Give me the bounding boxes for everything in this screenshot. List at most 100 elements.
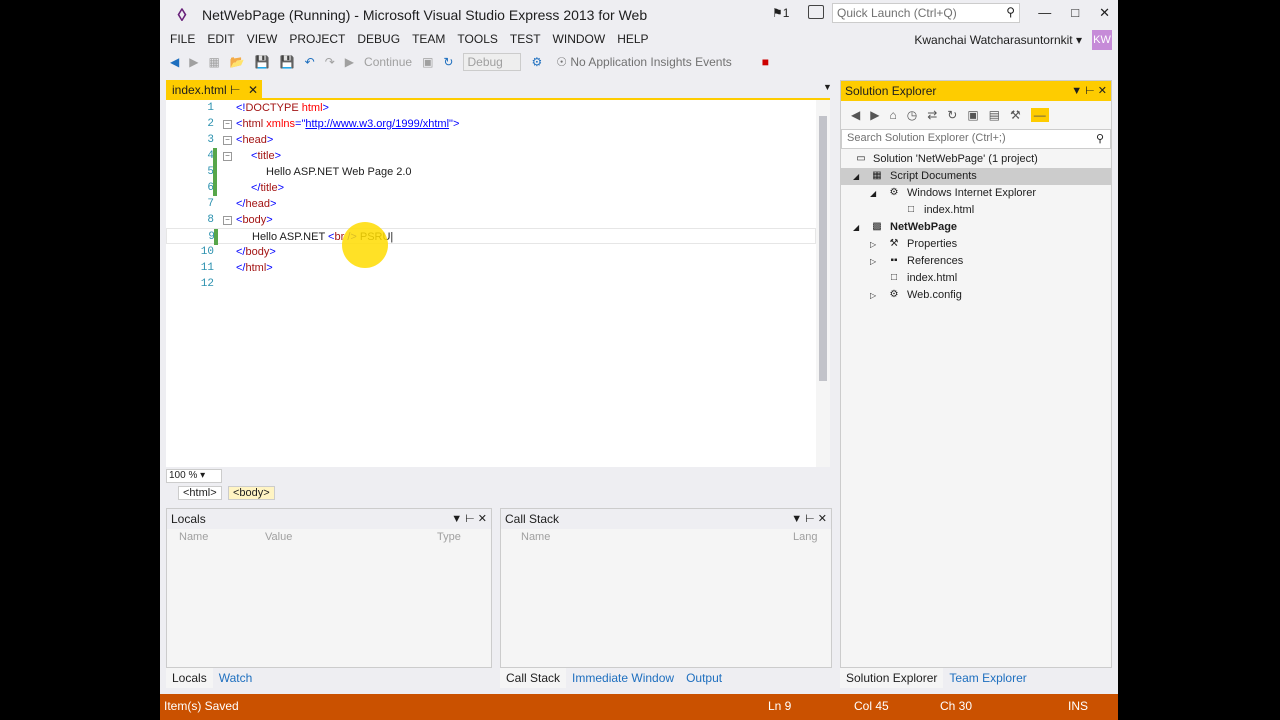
locals-title: Locals [171, 512, 206, 526]
panel-controls[interactable]: ▼ ⊢ ✕ [791, 512, 827, 525]
tab-output[interactable]: Output [680, 668, 729, 688]
code-line: 6 </title> [207, 180, 285, 196]
tab-watch[interactable]: Watch [212, 668, 259, 688]
properties-icon[interactable]: ⚒ [1010, 108, 1021, 122]
solution-search-input[interactable]: Search Solution Explorer (Ctrl+;) ⚲ [841, 129, 1111, 149]
solution-explorer-title: Solution Explorer [845, 84, 937, 98]
menu-team[interactable]: TEAM [412, 32, 445, 46]
tab-dropdown-icon[interactable]: ▼ [823, 82, 832, 92]
browser-link-icon[interactable]: ⚙ [531, 55, 542, 69]
forward-icon[interactable]: ▶ [189, 55, 198, 69]
minimize-button[interactable]: — [1038, 5, 1051, 21]
tab-team-explorer[interactable]: Team Explorer [943, 668, 1033, 688]
refresh-icon[interactable]: ↻ [443, 55, 453, 69]
column-value[interactable]: Value [265, 531, 292, 547]
continue-button[interactable]: Continue [364, 55, 412, 69]
callstack-panel: Call Stack ▼ ⊢ ✕ Name Lang [500, 508, 832, 668]
column-type[interactable]: Type [437, 531, 461, 547]
code-line: 10 </body> [200, 246, 276, 258]
status-line: Ln 9 [768, 699, 792, 713]
tree-item-project[interactable]: ◢ ▩ NetWebPage [841, 219, 1111, 236]
config-select[interactable]: Debug [463, 53, 522, 71]
menu-help[interactable]: HELP [617, 32, 648, 46]
back-icon[interactable]: ◀ [170, 55, 179, 69]
sync-icon[interactable]: ⇄ [927, 108, 937, 122]
code-line: 2 − <html xmlns="http://www.w3.org/1999/… [207, 118, 460, 130]
tab-immediate-window[interactable]: Immediate Window [566, 668, 681, 688]
pending-changes-icon[interactable]: ◷ [907, 108, 917, 122]
menu-tools[interactable]: TOOLS [457, 32, 497, 46]
forward-icon[interactable]: ▶ [870, 108, 879, 122]
tab-index-html[interactable]: index.html ⊢ ✕ [166, 80, 262, 100]
pin-icon[interactable]: ⊢ [230, 83, 240, 97]
tree-item-web-config[interactable]: ▷ ⚙ Web.config [841, 287, 1111, 304]
tree-item-solution[interactable]: ▭ Solution 'NetWebPage' (1 project) [841, 151, 1111, 168]
zoom-select[interactable]: 100 % ▾ [166, 469, 222, 483]
code-editor[interactable]: 1 <!DOCTYPE html> 2 − <html xmlns="http:… [166, 100, 816, 467]
mouse-highlight [342, 222, 388, 268]
window-controls: — □ ✕ [1038, 5, 1110, 21]
avatar[interactable]: KW [1092, 30, 1112, 50]
tree-item-index-html-script[interactable]: □ index.html [841, 202, 1111, 219]
back-icon[interactable]: ◀ [851, 108, 860, 122]
panel-controls[interactable]: ▼ ⊢ ✕ [1071, 84, 1107, 97]
editor-tab-strip: index.html ⊢ ✕ [166, 80, 830, 100]
tree-item-windows-internet-explorer[interactable]: ◢ ⚙ Windows Internet Explorer [841, 185, 1111, 202]
breadcrumb-body[interactable]: <body> [228, 486, 275, 500]
save-icon[interactable]: 💾 [255, 55, 270, 69]
tree-item-script-documents[interactable]: ◢ ▦ Script Documents [841, 168, 1111, 185]
editor-vertical-scrollbar[interactable] [816, 100, 830, 467]
show-all-files-icon[interactable]: ▤ [989, 108, 1000, 122]
redo-icon[interactable]: ↷ [325, 55, 335, 69]
notification-flag-icon[interactable]: ⚑1 [772, 6, 789, 20]
stop-debugging-icon[interactable]: ■ [762, 55, 769, 69]
open-icon[interactable]: 📂 [230, 55, 245, 69]
refresh-icon[interactable]: ↻ [947, 108, 957, 122]
preview-icon[interactable]: — [1030, 108, 1049, 122]
breadcrumb-html[interactable]: <html> [178, 486, 222, 500]
menu-view[interactable]: VIEW [247, 32, 278, 46]
close-tab-icon[interactable]: ✕ [248, 83, 258, 97]
column-name[interactable]: Name [179, 531, 208, 547]
step-icon[interactable]: ▣ [422, 55, 433, 69]
code-line: 3 − <head> [207, 134, 274, 146]
new-project-icon[interactable]: ▦ [208, 55, 219, 69]
tab-solution-explorer[interactable]: Solution Explorer [840, 668, 944, 688]
expanded-icon: ◢ [853, 223, 860, 232]
code-line-current: 9 Hello ASP.NET <br /> PSRU| [166, 228, 816, 245]
column-lang[interactable]: Lang [793, 531, 817, 547]
lightbulb-icon: ☉ [556, 55, 568, 69]
quick-launch-placeholder: Quick Launch (Ctrl+Q) [837, 6, 957, 20]
save-all-icon[interactable]: 💾 [280, 55, 295, 69]
insights-button[interactable]: ☉ No Application Insights Events [556, 55, 732, 69]
tree-item-references[interactable]: ▷ ▪▪ References [841, 253, 1111, 270]
menu-debug[interactable]: DEBUG [357, 32, 400, 46]
column-name[interactable]: Name [521, 531, 550, 547]
quick-launch-input[interactable]: Quick Launch (Ctrl+Q) ⚲ [832, 3, 1020, 23]
maximize-button[interactable]: □ [1071, 5, 1079, 21]
close-window-button[interactable]: ✕ [1099, 5, 1110, 21]
expanded-icon: ◢ [870, 189, 877, 198]
panel-controls[interactable]: ▼ ⊢ ✕ [451, 512, 487, 525]
scroll-thumb[interactable] [819, 116, 827, 381]
tree-item-index-html[interactable]: □ index.html [841, 270, 1111, 287]
feedback-icon[interactable] [808, 5, 824, 19]
continue-icon[interactable]: ▶ [345, 55, 354, 69]
user-name[interactable]: Kwanchai Watcharasuntornkit ▾ [914, 33, 1082, 47]
tab-locals[interactable]: Locals [166, 668, 213, 688]
undo-icon[interactable]: ↶ [305, 55, 315, 69]
tree-item-properties[interactable]: ▷ ⚒ Properties [841, 236, 1111, 253]
tab-label: index.html [172, 83, 227, 97]
menu-project[interactable]: PROJECT [289, 32, 345, 46]
vs-window: ◊ NetWebPage (Running) - Microsoft Visua… [160, 0, 1118, 720]
menu-test[interactable]: TEST [510, 32, 541, 46]
code-line: 12 [200, 278, 214, 290]
search-placeholder: Search Solution Explorer (Ctrl+;) [847, 132, 1006, 144]
wrench-icon: ⚒ [889, 238, 899, 249]
menu-window[interactable]: WINDOW [553, 32, 606, 46]
tab-call-stack[interactable]: Call Stack [500, 668, 567, 688]
menu-file[interactable]: FILE [170, 32, 195, 46]
home-icon[interactable]: ⌂ [889, 108, 896, 122]
collapse-all-icon[interactable]: ▣ [967, 108, 978, 122]
menu-edit[interactable]: EDIT [207, 32, 234, 46]
